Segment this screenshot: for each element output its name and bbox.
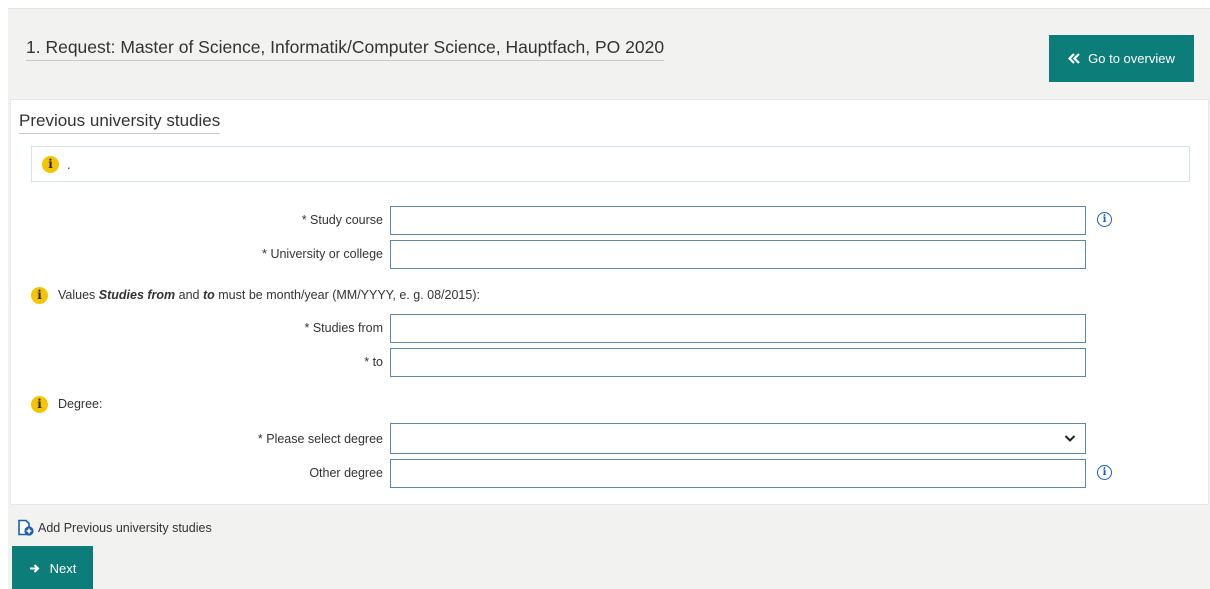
university-row: * University or college <box>11 240 1210 269</box>
info-box: i . <box>31 146 1190 182</box>
university-input[interactable] <box>390 240 1086 269</box>
degree-select-label: * Please select degree <box>257 431 383 446</box>
go-to-overview-button[interactable]: Go to overview <box>1049 35 1194 82</box>
go-to-overview-label: Go to overview <box>1088 51 1175 66</box>
degree-select-row: * Please select degree <box>11 423 1210 454</box>
studies-from-label: * Studies from <box>304 321 383 335</box>
study-course-label: * Study course <box>301 213 383 227</box>
add-previous-studies-link[interactable]: Add Previous university studies <box>17 519 212 537</box>
double-chevron-left-icon <box>1068 53 1080 64</box>
dates-note: i Values Studies from and to must be mon… <box>31 285 480 305</box>
add-previous-studies-label: Add Previous university studies <box>38 521 212 535</box>
other-degree-label: Other degree <box>309 466 383 480</box>
degree-select[interactable] <box>390 423 1086 454</box>
study-course-row: * Study course i <box>11 206 1210 235</box>
request-title: 1. Request: Master of Science, Informati… <box>26 36 665 61</box>
info-icon: i <box>42 155 59 173</box>
info-text: . <box>67 156 71 172</box>
university-label: * University or college <box>262 247 383 261</box>
studies-to-label: * to <box>364 355 383 369</box>
arrow-right-icon <box>29 563 40 573</box>
previous-studies-panel: Previous university studies i . * Study … <box>10 99 1209 505</box>
dates-note-text: Values Studies from and to must be month… <box>58 288 480 302</box>
info-icon: i <box>31 286 48 304</box>
chevron-down-icon <box>1064 435 1076 442</box>
section-title: Previous university studies <box>19 111 221 134</box>
document-add-icon <box>18 519 34 536</box>
degree-note: i Degree: <box>31 394 102 414</box>
study-course-help-icon[interactable]: i <box>1097 212 1112 227</box>
studies-from-row: * Studies from <box>11 314 1210 343</box>
studies-to-row: * to <box>11 348 1210 377</box>
next-label: Next <box>49 560 77 576</box>
other-degree-input[interactable] <box>390 459 1086 488</box>
studies-to-input[interactable] <box>390 348 1086 377</box>
other-degree-row: Other degree i <box>11 459 1210 488</box>
study-course-input[interactable] <box>390 206 1086 235</box>
other-degree-help-icon[interactable]: i <box>1097 465 1112 480</box>
degree-note-text: Degree: <box>58 397 103 411</box>
page: 1. Request: Master of Science, Informati… <box>8 8 1210 589</box>
studies-from-input[interactable] <box>390 314 1086 343</box>
info-icon: i <box>31 395 48 413</box>
next-button[interactable]: Next <box>12 546 93 589</box>
